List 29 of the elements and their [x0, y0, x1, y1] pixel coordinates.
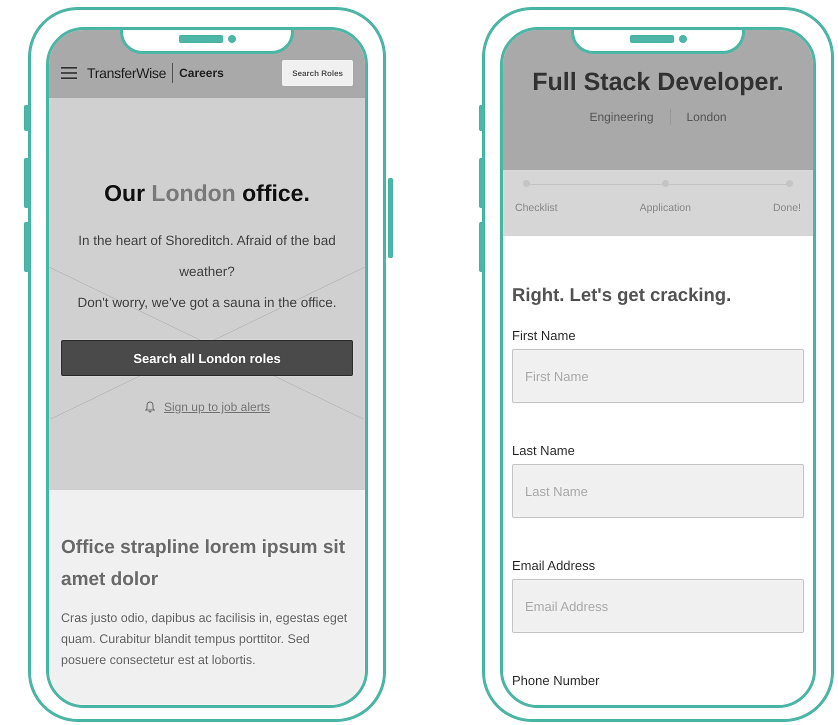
step-label: Application — [640, 202, 691, 214]
text-input-field[interactable]: Last Name — [512, 464, 804, 518]
section-heading: Office strapline lorem ipsum sit amet dolor — [61, 536, 346, 592]
section-name: Careers — [179, 66, 224, 80]
brand-name[interactable]: TransferWise — [87, 65, 166, 81]
step-label: Checklist — [515, 202, 558, 214]
menu-icon — [61, 67, 77, 79]
speaker-grille — [178, 35, 222, 43]
field-label: Phone Number — [512, 673, 600, 688]
search-london-roles-button[interactable]: Search all London roles — [61, 340, 353, 376]
speaker-grille — [630, 35, 674, 43]
camera-dot — [678, 35, 686, 43]
text-input-field[interactable]: First Name — [512, 349, 804, 403]
job-meta-text: London — [686, 110, 727, 124]
field-label: Last Name — [512, 443, 576, 458]
bell-icon — [144, 401, 156, 413]
field-label: First Name — [512, 328, 577, 343]
form-heading: Right. Let's get cracking. — [512, 284, 732, 306]
hero-text: In the heart of Shoreditch. Afraid of the bad weather? — [77, 232, 337, 281]
hero-title: Our London office. — [104, 180, 310, 207]
job-title: Full Stack Developer. — [532, 68, 784, 97]
field-label: Email Address — [512, 558, 596, 573]
search-roles-button[interactable]: Search Roles — [282, 60, 353, 86]
camera-dot — [228, 35, 236, 43]
step-label: Done! — [772, 202, 801, 214]
job-meta-text: Engineering — [589, 110, 654, 124]
section-body-text: Cras justo odio, dapibus ac facilisis in, egestas eget quam. Curabitur blandit tempus porttitor. Sed posuere consectetur est at lobortis. — [61, 610, 348, 669]
text-input-field[interactable]: Email Address — [512, 579, 804, 633]
hero-text: Don't worry, we've got a sauna in the office. — [77, 294, 337, 312]
